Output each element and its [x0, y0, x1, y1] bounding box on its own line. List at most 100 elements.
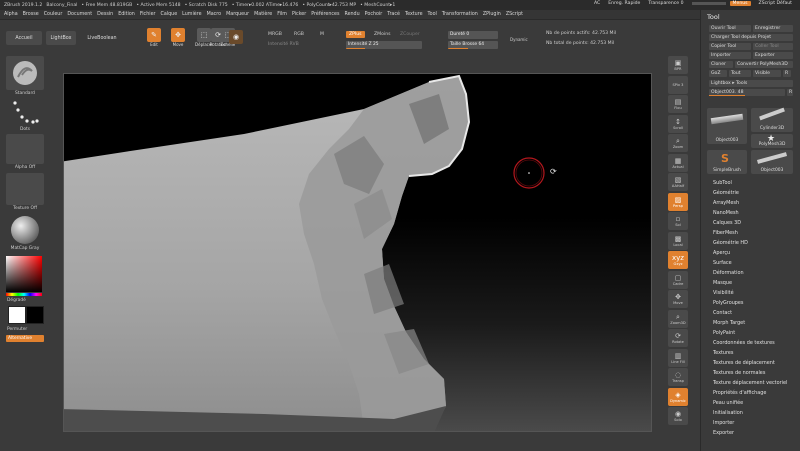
shelf-dynamic-button[interactable]: ◈ Dynamic	[668, 387, 688, 406]
menu-film[interactable]: Film	[277, 12, 287, 17]
make-polymesh-button[interactable]: Convertir PolyMesh3D	[735, 61, 793, 68]
brush-size-slider[interactable]: Taille Brosse 64	[448, 41, 498, 49]
subpalette-coordonn-es-de-textures[interactable]: Coordonnées de textures	[713, 338, 787, 348]
subpalette-masque[interactable]: Masque	[713, 278, 787, 288]
menu-marqueur[interactable]: Marqueur	[226, 12, 249, 17]
menu-document[interactable]: Document	[67, 12, 92, 17]
shelf-scroll-button[interactable]: ↕ Scroll	[668, 114, 688, 133]
tool-thumb-polymesh3d[interactable]: ★ PolyMesh3D	[751, 134, 793, 148]
shelf-actual-button[interactable]: ▦ Actual	[668, 153, 688, 172]
subpalette-textures-de-normales[interactable]: Textures de normales	[713, 368, 787, 378]
shelf-spix-3-button[interactable]: SPix 3	[668, 75, 688, 94]
subpalette-g-om-trie-hd[interactable]: Géométrie HD	[713, 238, 787, 248]
secondary-color-swatch[interactable]	[26, 306, 44, 324]
subpalette-textures[interactable]: Textures	[713, 348, 787, 358]
brush-selector[interactable]	[6, 56, 44, 90]
import-button[interactable]: Importer	[709, 52, 751, 59]
canvas-viewport[interactable]: ⟳	[63, 73, 652, 432]
goz-visible-button[interactable]: Visible	[753, 70, 781, 77]
subpalette-calques-3d[interactable]: Calques 3D	[713, 218, 787, 228]
subpalette-propri-t-s-d-affichage[interactable]: Propriétés d'affichage	[713, 388, 787, 398]
lightbox-button[interactable]: LightBox	[46, 31, 76, 45]
menu-rendu[interactable]: Rendu	[344, 12, 359, 17]
goz-all-button[interactable]: Tout	[729, 70, 751, 77]
subpalette-polygroupes[interactable]: PolyGroupes	[713, 298, 787, 308]
subpalette-nanomesh[interactable]: NanoMesh	[713, 208, 787, 218]
m-button[interactable]: M	[320, 32, 324, 37]
shelf-zoom3d-button[interactable]: ⌕ Zoom3D	[668, 309, 688, 328]
texture-selector[interactable]	[6, 173, 44, 205]
menu-tool[interactable]: Tool	[428, 12, 437, 17]
material-selector[interactable]	[6, 213, 44, 246]
subpalette-texture-d-placement-vectoriel[interactable]: Texture déplacement vectoriel	[713, 378, 787, 388]
goz-button[interactable]: GoZ	[709, 70, 727, 77]
z-intensity-slider[interactable]: Intensité Z 25	[346, 41, 422, 49]
zadd-button[interactable]: ZPlus	[346, 31, 365, 38]
lightbox-tools-button[interactable]: Lightbox ▸ Tools	[709, 80, 793, 87]
rotate-mode-button[interactable]: ⟳ Rotation	[210, 28, 226, 50]
shelf-zoom-button[interactable]: ⌕ Zoom	[668, 134, 688, 152]
menu-lumi-re[interactable]: Lumière	[182, 12, 201, 17]
shelf-line-fill-button[interactable]: ▥ Line Fill	[668, 348, 688, 367]
subpalette-d-formation[interactable]: Déformation	[713, 268, 787, 278]
subpalette-peau-unifi-e[interactable]: Peau unifiée	[713, 398, 787, 408]
object-r-button[interactable]: R	[787, 89, 793, 96]
rgb-intensity-slider[interactable]: Intensité RVB	[268, 42, 299, 47]
menu-brosse[interactable]: Brosse	[23, 12, 39, 17]
menu-pochoir[interactable]: Pochoir	[365, 12, 383, 17]
menus-button[interactable]: Menus	[729, 1, 751, 6]
shelf-rotate-button[interactable]: ⟳ Rotate	[668, 329, 688, 347]
subpalette-importer[interactable]: Importer	[713, 418, 787, 428]
shelf-gxyz-button[interactable]: xyz Gxyz	[668, 251, 688, 269]
subpalette-polypaint[interactable]: PolyPaint	[713, 328, 787, 338]
menu-picker[interactable]: Picker	[292, 12, 306, 17]
draw-mode-button[interactable]: ✥ Move	[170, 28, 186, 50]
main-color-swatch[interactable]	[8, 306, 26, 324]
hue-strip[interactable]	[6, 293, 42, 296]
shelf-sol-button[interactable]: ▫ Sol	[668, 212, 688, 230]
paste-tool-button[interactable]: Coller Tool	[753, 43, 793, 50]
shelf-move-button[interactable]: ✥ Move	[668, 290, 688, 308]
dynamic-button[interactable]: Dynamic	[510, 37, 528, 42]
mrgb-button[interactable]: MRGB	[268, 32, 282, 37]
shelf-solo-button[interactable]: ◉ Solo	[668, 407, 688, 425]
shelf-bpr-button[interactable]: ▣ BPR	[668, 56, 688, 74]
menu-pr-f-rences[interactable]: Préférences	[311, 12, 339, 17]
load-from-project-button[interactable]: Charger Tool depuis Projet	[709, 34, 793, 41]
tool-thumb-object003[interactable]: Object003	[707, 108, 747, 144]
menu-trac-[interactable]: Tracé	[387, 12, 400, 17]
copy-tool-button[interactable]: Copier Tool	[709, 43, 751, 50]
stroke-selector[interactable]	[6, 97, 44, 127]
shelf-flou-button[interactable]: ▤ Flou	[668, 95, 688, 113]
switch-color-button[interactable]: Permuter	[7, 327, 57, 332]
menu-dessin[interactable]: Dessin	[97, 12, 113, 17]
menu-zscript[interactable]: ZScript	[506, 12, 523, 17]
subpalette-surface[interactable]: Surface	[713, 258, 787, 268]
menu-calque[interactable]: Calque	[161, 12, 178, 17]
save-tool-button[interactable]: Enregistrer	[753, 25, 793, 32]
object-slider[interactable]: Object003. 48	[709, 89, 785, 96]
tool-thumb-simplebrush[interactable]: S SimpleBrush	[707, 150, 747, 174]
menu-alpha[interactable]: Alpha	[4, 12, 18, 17]
menu-macro[interactable]: Macro	[207, 12, 222, 17]
transparence-slider[interactable]	[691, 2, 726, 5]
focal-shift-slider[interactable]: Dureté 0	[448, 31, 498, 39]
menu-texture[interactable]: Texture	[405, 12, 423, 17]
shelf-persp-button[interactable]: ▨ Persp	[668, 192, 688, 211]
rgb-button[interactable]: RGB	[294, 32, 304, 37]
shelf-aahalf-button[interactable]: ▧ AAHalf	[668, 173, 688, 191]
menu-mati-re[interactable]: Matière	[254, 12, 272, 17]
goz-r-button[interactable]: R	[783, 70, 791, 77]
shelf-local-button[interactable]: ▩ Local	[668, 231, 688, 250]
subpalette-arraymesh[interactable]: ArrayMesh	[713, 198, 787, 208]
clone-button[interactable]: Cloner	[709, 61, 733, 68]
subpalette-textures-de-d-placement[interactable]: Textures de déplacement	[713, 358, 787, 368]
shelf-transp-button[interactable]: ◌ Transp	[668, 368, 688, 386]
export-button[interactable]: Exporter	[753, 52, 793, 59]
tool-thumb-cylinder3d[interactable]: Cylinder3D	[751, 107, 793, 132]
quicksave-button[interactable]: Enreg. Rapide	[608, 1, 640, 6]
alternate-button[interactable]: Alternative	[6, 335, 44, 342]
subpalette-aper-u[interactable]: Aperçu	[713, 248, 787, 258]
subpalette-exporter[interactable]: Exporter	[713, 428, 787, 438]
subpalette-contact[interactable]: Contact	[713, 308, 787, 318]
